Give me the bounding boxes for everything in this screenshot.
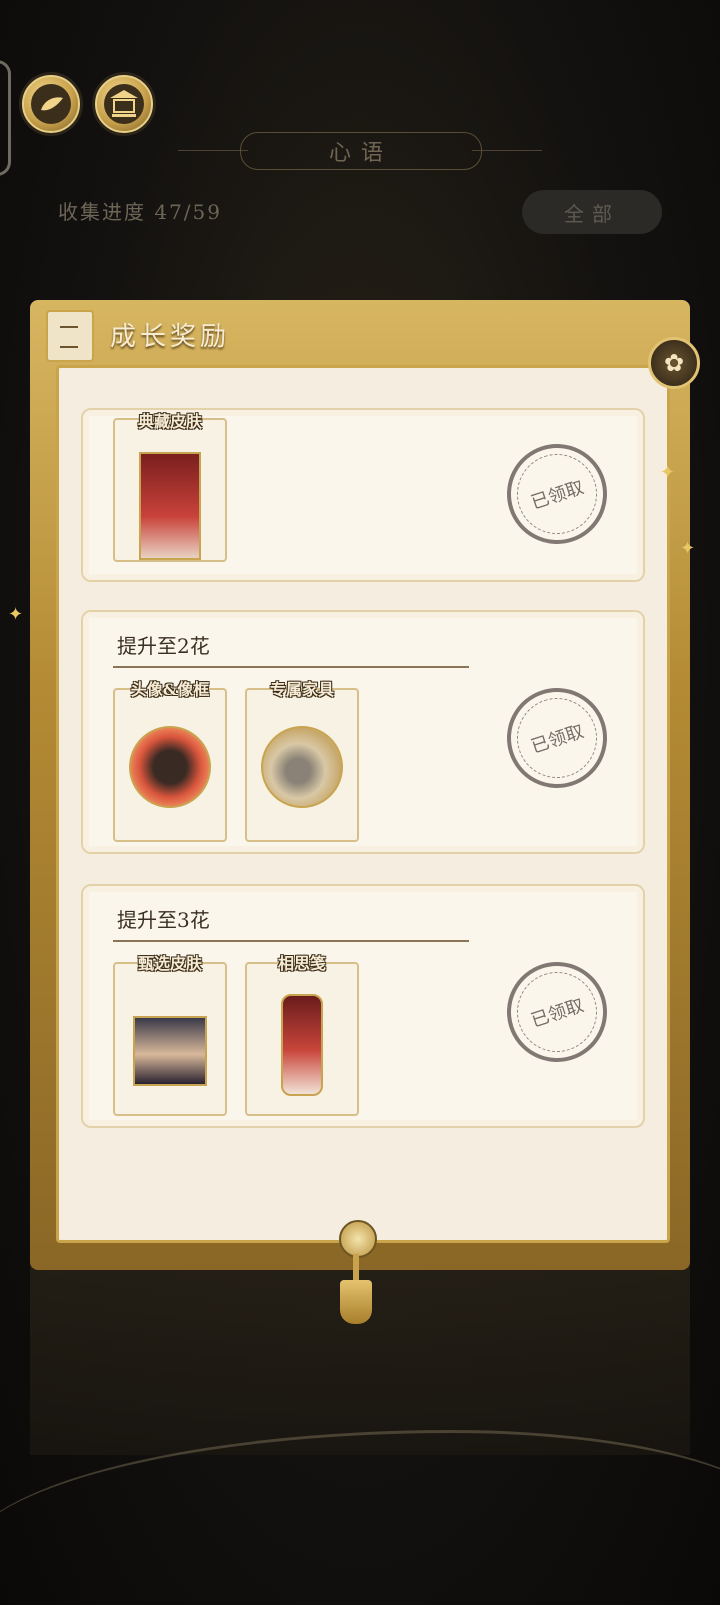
reward-item[interactable]: 专属家具 (245, 680, 359, 842)
sparkle-icon: ✦ (660, 462, 676, 483)
item-label: 甄选皮肤 (137, 954, 202, 973)
item-label: 头像&像框 (130, 680, 210, 699)
tier-divider (113, 940, 469, 942)
claimed-label: 已领取 (528, 995, 587, 1032)
letter-card-art (281, 994, 323, 1096)
flower-knot-icon (339, 1220, 377, 1258)
portrait-art (133, 1016, 207, 1086)
filter-all-button[interactable]: 全部 (522, 190, 662, 234)
reward-tier-3: 提升至3花 甄选皮肤 相思笺 已领取 (81, 884, 645, 1128)
skin-card-art (139, 452, 201, 560)
title-ornament-right (472, 150, 542, 151)
claimed-label: 已领取 (528, 477, 587, 514)
claimed-stamp: 已领取 (493, 430, 621, 558)
leaf-icon (31, 84, 71, 124)
filter-label: 全部 (564, 201, 620, 226)
reward-item[interactable]: 甄选皮肤 (113, 954, 227, 1116)
avatar-frame-art (129, 726, 211, 808)
scroll-icon (46, 310, 94, 362)
title-ornament-left (178, 150, 248, 151)
item-label: 典藏皮肤 (137, 412, 202, 431)
reward-item[interactable]: 典藏皮肤 (113, 412, 227, 562)
background-swoosh (0, 1430, 720, 1605)
pavilion-icon (104, 84, 144, 124)
reward-item[interactable]: 相思笺 (245, 954, 359, 1116)
page-title: 心语 (240, 132, 482, 170)
back-handle[interactable] (0, 60, 11, 176)
claimed-label: 已领取 (528, 721, 587, 758)
item-label: 专属家具 (269, 680, 334, 699)
tier-title: 提升至2花 (117, 634, 210, 658)
reward-tier-2: 提升至2花 头像&像框 专属家具 已领取 (81, 610, 645, 854)
claimed-stamp: 已领取 (493, 674, 621, 802)
sparkle-icon: ✦ (8, 604, 24, 625)
item-label: 相思笺 (277, 954, 326, 973)
reward-item[interactable]: 头像&像框 (113, 680, 227, 842)
furniture-art (261, 726, 343, 808)
panel-header: 成长奖励 (40, 300, 660, 370)
pavilion-icon-button[interactable] (95, 75, 153, 133)
tier-divider (113, 666, 469, 668)
close-button[interactable]: ✿ (648, 337, 700, 389)
flower-close-icon: ✿ (663, 349, 685, 377)
tier-title: 提升至3花 (117, 908, 210, 932)
leaf-icon-button[interactable] (22, 75, 80, 133)
claimed-stamp: 已领取 (493, 948, 621, 1076)
panel-title: 成长奖励 (110, 322, 231, 352)
reward-tier-1: 典藏皮肤 已领取 (81, 408, 645, 582)
tassel-icon (340, 1280, 372, 1324)
sparkle-icon: ✦ (680, 538, 696, 559)
screen: 心语 收集进度 47/59 全部 成长奖励 典藏皮肤 已领取 提升至2花 头像&… (0, 0, 720, 1605)
collection-progress: 收集进度 47/59 (58, 200, 222, 224)
reward-list[interactable]: 典藏皮肤 已领取 提升至2花 头像&像框 专属家具 已领取 提升至3花 甄选皮肤… (56, 365, 670, 1243)
